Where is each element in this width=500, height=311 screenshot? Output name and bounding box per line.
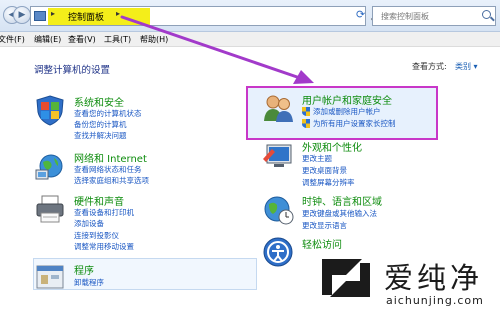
watermark-logo-icon xyxy=(322,259,370,297)
watermark-brand: 爱纯净 xyxy=(384,261,484,295)
watermark-url: aichunjing.com xyxy=(386,294,484,307)
